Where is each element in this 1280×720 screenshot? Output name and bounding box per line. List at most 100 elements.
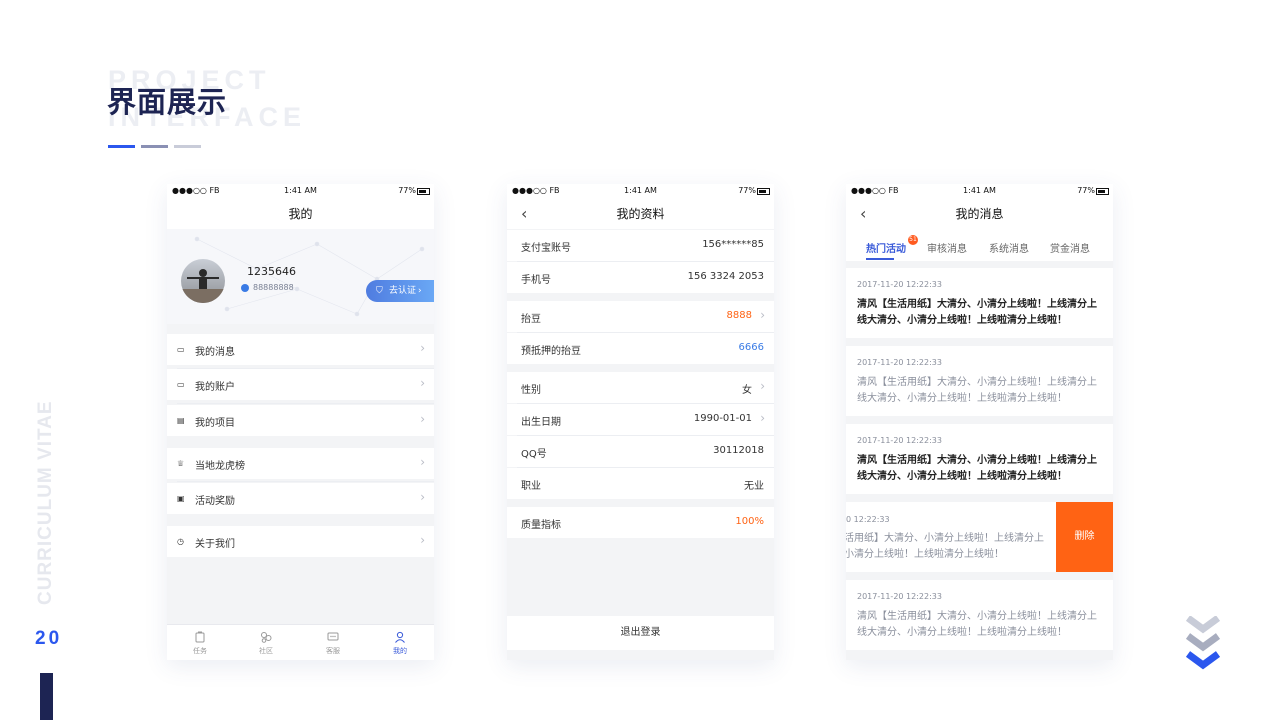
message-time: 0 12:22:33 xyxy=(846,515,890,524)
tab-review-messages[interactable]: 审核消息 xyxy=(927,240,967,255)
chevron-right-icon: › xyxy=(420,412,425,426)
community-icon xyxy=(261,632,272,643)
status-bar: ●●●○○ FB 1:41 AM 77% xyxy=(167,184,434,199)
row-label: 支付宝账号 xyxy=(521,243,571,254)
bean-icon xyxy=(241,284,249,292)
menu-item-label: 我的账户 xyxy=(195,382,235,393)
row-value: 100% xyxy=(735,516,764,527)
row-label: 性别 xyxy=(521,385,541,396)
pledged-bean-row: 预抵押的抬豆 6666 xyxy=(507,333,774,364)
row-value: 8888 xyxy=(726,310,752,321)
tab-label: 社区 xyxy=(259,647,273,655)
menu-item-my-account[interactable]: ▭ 我的账户 › xyxy=(167,369,434,400)
row-value: 156******85 xyxy=(702,239,764,250)
chevron-right-icon: › xyxy=(760,379,765,393)
menu-item-label: 我的消息 xyxy=(195,347,235,358)
active-tab-indicator xyxy=(866,258,894,260)
row-label: QQ号 xyxy=(521,449,547,460)
row-label: 抬豆 xyxy=(521,314,541,325)
message-card[interactable]: 2017-11-20 12:22:33 清风【生活用纸】大清分、小清分上线啦！上… xyxy=(846,268,1113,338)
title-dash-2 xyxy=(141,145,168,148)
chevron-right-icon: › xyxy=(760,308,765,322)
delete-label: 删除 xyxy=(1074,531,1095,542)
menu-item-local-ranking[interactable]: ♕ 当地龙虎榜 › xyxy=(167,448,434,479)
curriculum-vitae-text: CURRICULUM VITAE xyxy=(35,400,56,605)
message-text: 清风【生活用纸】大清分、小清分上线啦！上线清分上线大清分、小清分上线啦！上线啦清… xyxy=(857,377,1097,404)
back-arrow-icon[interactable]: ‹ xyxy=(860,199,866,229)
badge-icon: ♕ xyxy=(177,459,185,468)
message-text: 清风【生活用纸】大清分、小清分上线啦！上线清分上线大清分、小清分上线啦！上线啦清… xyxy=(857,299,1097,326)
logout-button[interactable]: 退出登录 xyxy=(507,616,774,650)
message-card[interactable]: 2017-11-20 12:22:33 清风【生活用纸】大清分、小清分上线啦！上… xyxy=(846,346,1113,416)
profile-icon xyxy=(395,631,405,643)
service-icon xyxy=(327,632,339,641)
message-text-line2: 小清分上线啦！上线啦清分上线啦！ xyxy=(846,549,1004,560)
divider xyxy=(177,481,434,482)
chevron-right-icon: › xyxy=(760,411,765,425)
profile-header: 1235646 88888888 ⛉ 去认证 › xyxy=(167,229,434,324)
menu-item-activity-rewards[interactable]: ▣ 活动奖励 › xyxy=(167,483,434,514)
birth-date-row[interactable]: 出生日期 1990-01-01 › xyxy=(507,404,774,435)
battery-icon xyxy=(1096,188,1109,195)
tab-label: 任务 xyxy=(193,647,207,655)
gift-icon: ▣ xyxy=(177,494,185,503)
row-value: 无业 xyxy=(744,481,764,492)
menu-item-label: 我的项目 xyxy=(195,418,235,429)
message-time: 2017-11-20 12:22:33 xyxy=(857,280,942,289)
row-value: 6666 xyxy=(738,342,764,353)
nav-bar: ‹ 我的消息 xyxy=(846,199,1113,229)
tab-service[interactable]: 客服 xyxy=(300,625,366,660)
gender-row[interactable]: 性别 女 › xyxy=(507,372,774,403)
battery-percent: 77% xyxy=(738,186,756,195)
phone-messages-screen: ●●●○○ FB 1:41 AM 77% ‹ 我的消息 热门活动 51 审核消息… xyxy=(846,184,1113,660)
message-tabs: 热门活动 51 审核消息 系统消息 赏金消息 xyxy=(846,229,1113,261)
alipay-account-row: 支付宝账号 156******85 xyxy=(507,230,774,261)
tab-community[interactable]: 社区 xyxy=(233,625,299,660)
phone-profile-details-screen: ●●●○○ FB 1:41 AM 77% ‹ 我的资料 支付宝账号 156***… xyxy=(507,184,774,660)
logout-label: 退出登录 xyxy=(620,627,661,638)
battery-percent: 77% xyxy=(1077,186,1095,195)
username: 1235646 xyxy=(247,265,296,278)
message-card[interactable]: 2017-11-20 12:22:33 清风【生活用纸】大清分、小清分上线啦！上… xyxy=(846,424,1113,494)
message-icon: ▭ xyxy=(177,345,185,354)
battery-percent: 77% xyxy=(398,186,416,195)
message-text: 活用纸】大清分、小清分上线啦！上线清分上 小清分上线啦！上线啦清分上线啦！ xyxy=(846,531,1044,563)
row-label: 质量指标 xyxy=(521,520,561,531)
phone-number-row: 手机号 156 3324 2053 xyxy=(507,262,774,293)
menu-item-my-projects[interactable]: ▤ 我的项目 › xyxy=(167,405,434,436)
verify-button[interactable]: ⛉ 去认证 › xyxy=(366,280,434,302)
menu-item-label: 关于我们 xyxy=(195,539,235,550)
message-text: 清风【生活用纸】大清分、小清分上线啦！上线清分上线大清分、小清分上线啦！上线啦清… xyxy=(857,611,1097,638)
menu-item-my-messages[interactable]: ▭ 我的消息 › xyxy=(167,334,434,365)
delete-button[interactable]: 删除 xyxy=(1056,502,1113,572)
verify-button-label: 去认证 xyxy=(389,286,417,296)
battery-icon xyxy=(417,188,430,195)
row-label: 职业 xyxy=(521,481,541,492)
chevron-right-icon: › xyxy=(418,286,422,296)
status-bar: ●●●○○ FB 1:41 AM 77% xyxy=(507,184,774,199)
row-label: 预抵押的抬豆 xyxy=(521,346,581,357)
divider xyxy=(177,403,434,404)
chevron-right-icon: › xyxy=(420,455,425,469)
avatar[interactable] xyxy=(181,259,225,303)
wallet-icon: ▭ xyxy=(177,380,185,389)
chevron-right-icon: › xyxy=(420,533,425,547)
tab-hot-activities[interactable]: 热门活动 xyxy=(866,240,906,255)
back-arrow-icon[interactable]: ‹ xyxy=(521,199,527,229)
message-text-line1: 活用纸】大清分、小清分上线啦！上线清分上 xyxy=(846,533,1044,544)
tab-bounty-messages[interactable]: 赏金消息 xyxy=(1050,240,1090,255)
bean-row[interactable]: 抬豆 8888 › xyxy=(507,301,774,332)
menu-item-about-us[interactable]: ◷ 关于我们 › xyxy=(167,526,434,557)
row-label: 出生日期 xyxy=(521,417,561,428)
message-card-swiped[interactable]: 0 12:22:33 活用纸】大清分、小清分上线啦！上线清分上 小清分上线啦！上… xyxy=(846,502,1113,572)
chevron-right-icon: › xyxy=(420,490,425,504)
status-bar: ●●●○○ FB 1:41 AM 77% xyxy=(846,184,1113,199)
message-card[interactable]: 2017-11-20 12:22:33 清风【生活用纸】大清分、小清分上线啦！上… xyxy=(846,580,1113,650)
status-time: 1:41 AM xyxy=(624,186,657,195)
tab-system-messages[interactable]: 系统消息 xyxy=(989,240,1029,255)
battery-icon xyxy=(757,188,770,195)
tab-task[interactable]: 任务 xyxy=(167,625,233,660)
row-value: 女 xyxy=(742,385,752,396)
tab-profile[interactable]: 我的 xyxy=(367,625,433,660)
unread-badge: 51 xyxy=(908,235,918,245)
